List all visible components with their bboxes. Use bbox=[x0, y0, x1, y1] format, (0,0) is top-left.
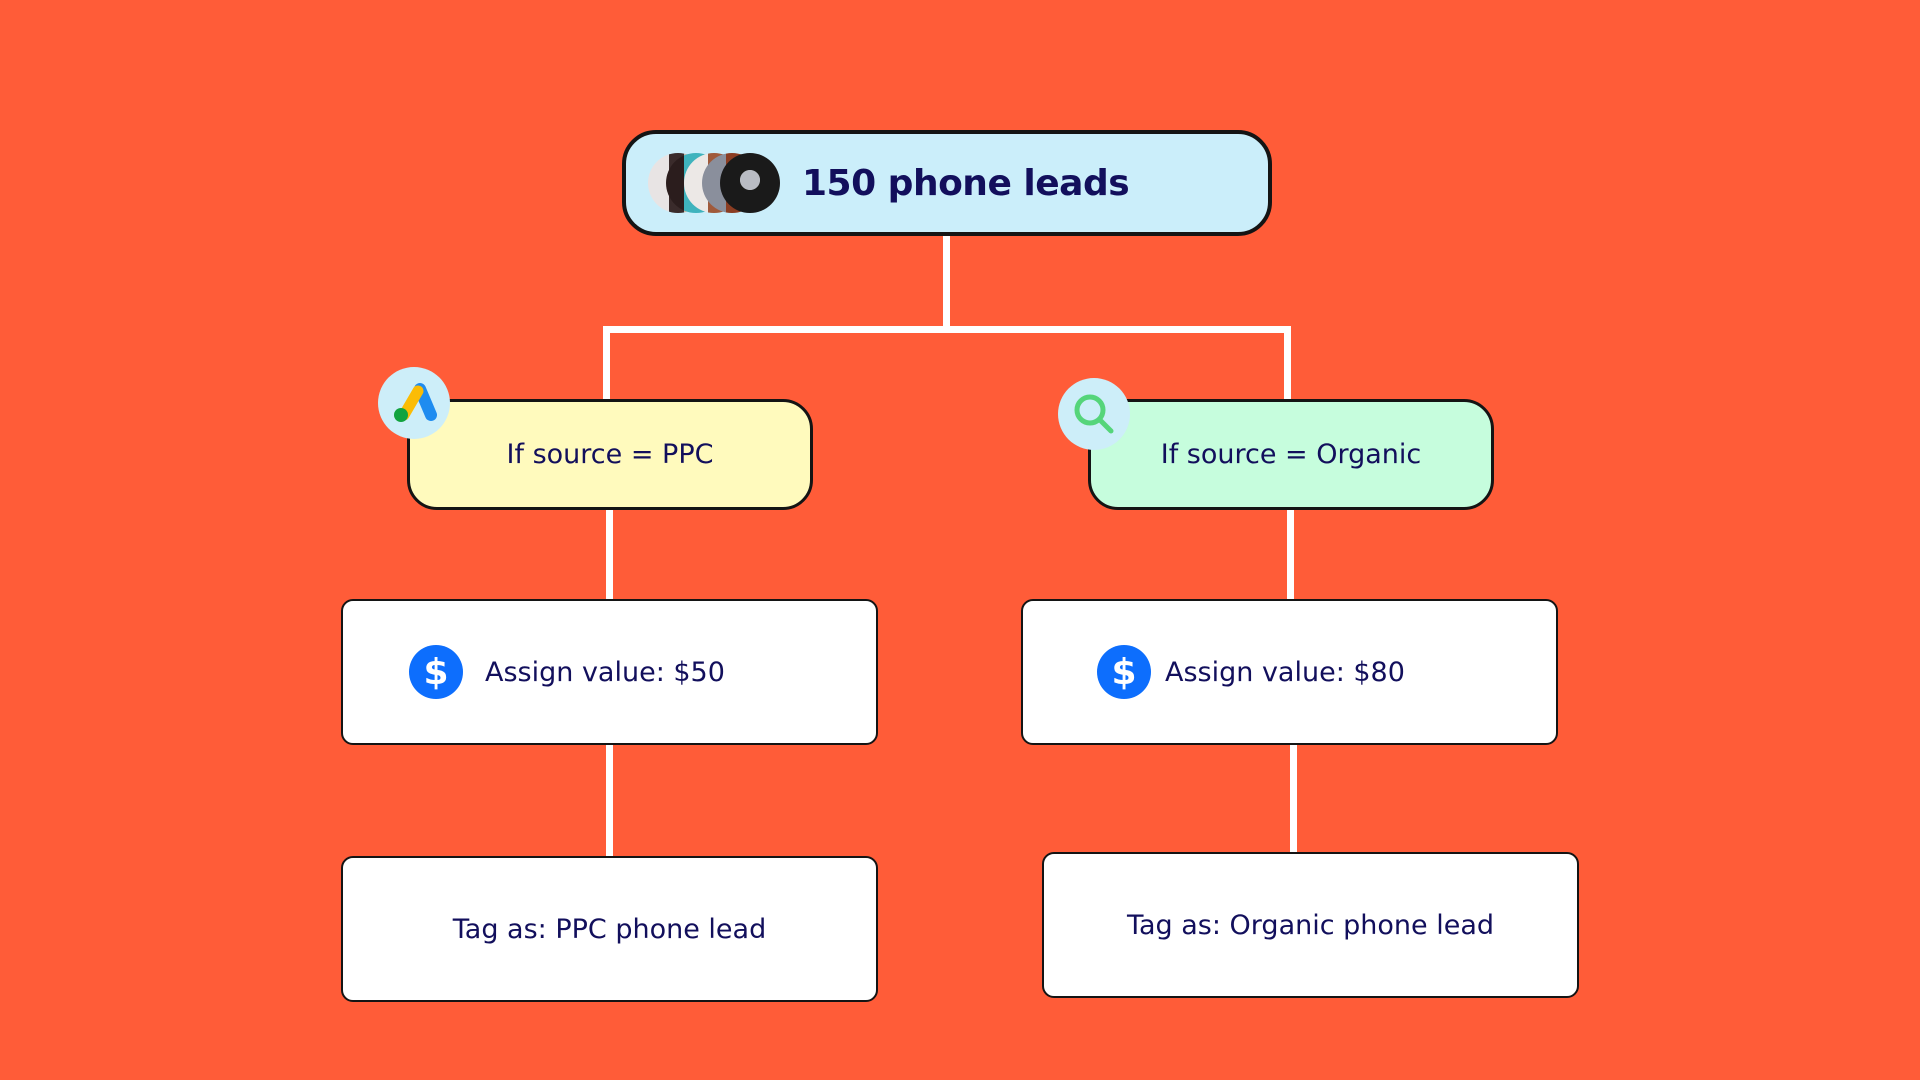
connector-right-down bbox=[1284, 326, 1291, 402]
tag-label: Tag as: Organic phone lead bbox=[1126, 909, 1495, 941]
assign-label: Assign value: $80 bbox=[1165, 656, 1405, 688]
assign-node-ppc[interactable]: $ Assign value: $50 bbox=[341, 599, 878, 745]
google-ads-icon bbox=[378, 367, 450, 439]
connector-organic-to-assign bbox=[1287, 508, 1294, 603]
root-title: 150 phone leads bbox=[802, 162, 1130, 204]
condition-node-ppc[interactable]: If source = PPC bbox=[407, 399, 813, 510]
root-node[interactable]: 150 phone leads bbox=[622, 130, 1272, 236]
connector-root-down bbox=[943, 234, 950, 330]
condition-node-organic[interactable]: If source = Organic bbox=[1088, 399, 1494, 510]
connector-assign-to-tag-ppc bbox=[606, 744, 613, 858]
connector-ppc-to-assign bbox=[606, 508, 613, 603]
tag-label: Tag as: PPC phone lead bbox=[452, 913, 767, 945]
dollar-icon: $ bbox=[409, 645, 463, 699]
connector-assign-to-tag-organic bbox=[1290, 744, 1297, 854]
connector-horizontal bbox=[603, 326, 1291, 333]
tag-node-organic[interactable]: Tag as: Organic phone lead bbox=[1042, 852, 1579, 998]
avatar-stack bbox=[648, 153, 780, 213]
condition-label: If source = PPC bbox=[506, 439, 714, 470]
condition-label: If source = Organic bbox=[1160, 439, 1422, 470]
assign-label: Assign value: $50 bbox=[485, 656, 725, 688]
search-icon bbox=[1058, 378, 1130, 450]
avatar bbox=[720, 153, 780, 213]
tag-node-ppc[interactable]: Tag as: PPC phone lead bbox=[341, 856, 878, 1002]
dollar-icon: $ bbox=[1097, 645, 1151, 699]
connector-left-down bbox=[603, 326, 610, 402]
assign-node-organic[interactable]: $ Assign value: $80 bbox=[1021, 599, 1558, 745]
